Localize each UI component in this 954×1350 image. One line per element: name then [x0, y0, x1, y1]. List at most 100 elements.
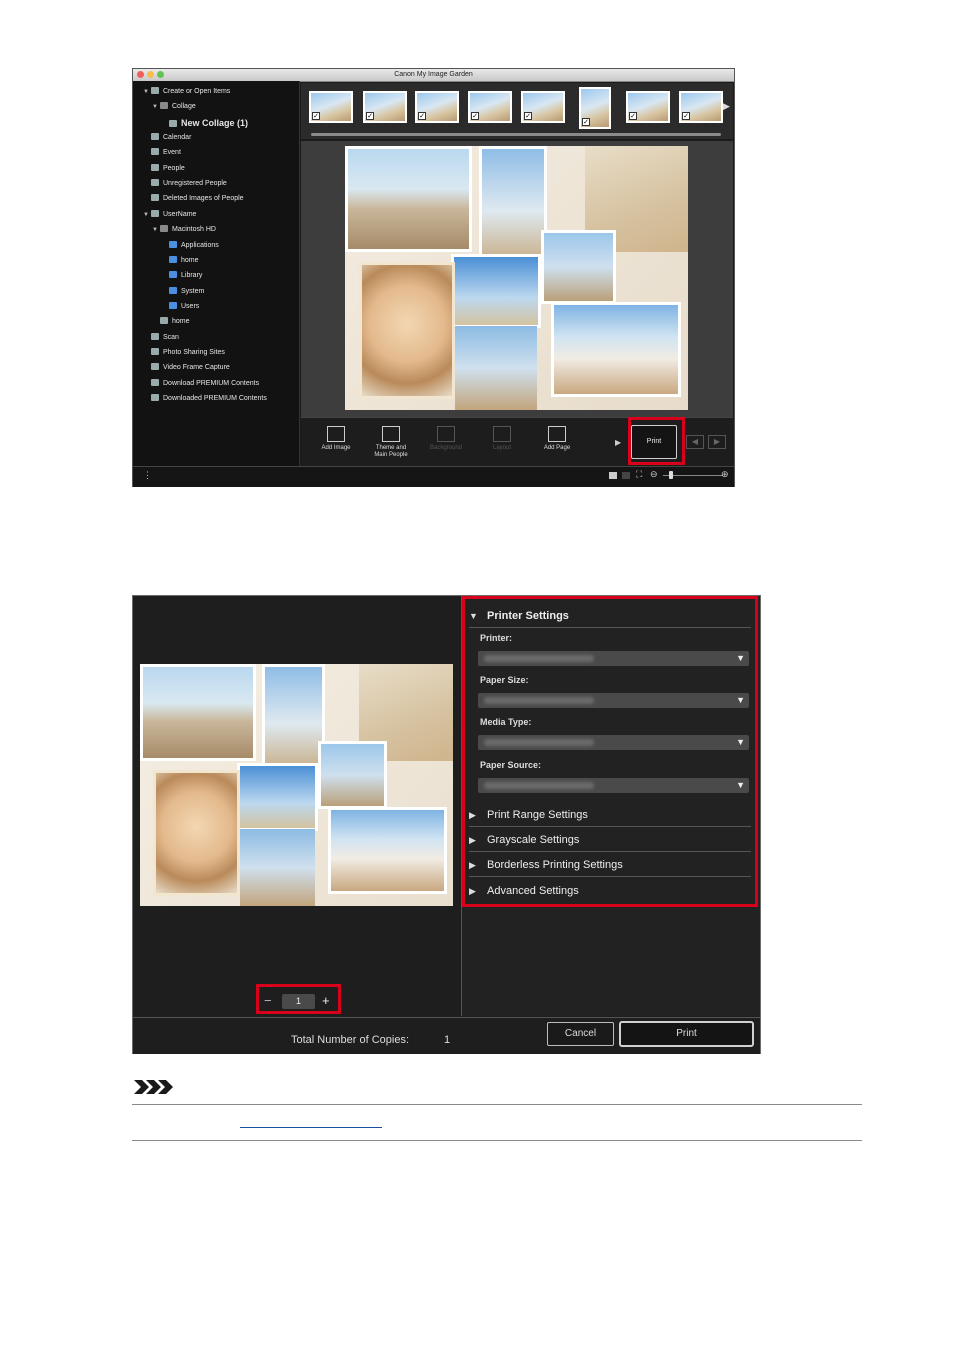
sidebar-item[interactable]: Download PREMIUM Contents	[143, 377, 259, 391]
sidebar-item[interactable]: Scan	[143, 331, 179, 345]
item-icon	[151, 179, 159, 187]
sidebar-item[interactable]: Event	[143, 146, 181, 160]
print-confirm-button[interactable]: Print	[619, 1021, 754, 1047]
sidebar-item-label: Collage	[172, 103, 196, 111]
background-button[interactable]: Background	[421, 426, 471, 452]
previous-page-icon[interactable]: ◀	[686, 435, 704, 449]
disclosure-open-icon[interactable]: ▼	[143, 208, 151, 222]
toolbar-more-icon[interactable]: ▶	[615, 438, 621, 447]
checkbox-icon[interactable]: ✓	[524, 112, 532, 120]
photo-family-beach[interactable]	[262, 664, 325, 773]
checkbox-icon[interactable]: ✓	[418, 112, 426, 120]
thumbnail[interactable]: ✓	[468, 91, 512, 123]
item-icon	[160, 225, 168, 233]
print-button-highlight	[628, 417, 685, 465]
photo-sea-lion[interactable]	[345, 146, 472, 252]
sidebar-item[interactable]: Library	[161, 269, 202, 283]
cancel-button[interactable]: Cancel	[547, 1022, 614, 1046]
next-page-icon[interactable]: ▶	[708, 435, 726, 449]
layout-button[interactable]: Layout	[477, 426, 527, 452]
disclosure-open-icon[interactable]: ▼	[152, 223, 160, 237]
layout-icon	[493, 426, 511, 442]
add-image-button[interactable]: Add Image	[311, 426, 361, 452]
info-icon[interactable]: ⋮	[143, 470, 152, 481]
sidebar-item[interactable]: Users	[161, 300, 199, 314]
item-icon	[151, 378, 159, 386]
layout-label: Layout	[492, 445, 511, 451]
zoom-slider-thumb[interactable]	[669, 471, 673, 479]
zoom-in-icon[interactable]: ⊕	[721, 469, 729, 480]
sidebar-item[interactable]: Deleted Images of People	[143, 192, 244, 206]
photo-city-skyline[interactable]	[451, 254, 541, 329]
sidebar-item-label: Scan	[163, 333, 179, 341]
photo-girl-portrait[interactable]	[358, 262, 455, 400]
thumbnail[interactable]: ✓	[309, 91, 353, 123]
add-image-icon	[327, 426, 345, 442]
sidebar-item[interactable]: Applications	[161, 239, 219, 253]
sidebar-item-label: home	[172, 318, 190, 326]
sidebar-item[interactable]: ▼ Macintosh HD	[152, 223, 216, 237]
thumbnail-scrollbar[interactable]	[311, 133, 721, 136]
thumbnail[interactable]: ✓	[679, 91, 723, 123]
thumbnail[interactable]: ✓	[521, 91, 565, 123]
collage-page[interactable]	[345, 146, 688, 410]
sidebar-item[interactable]: Photo Sharing Sites	[143, 346, 225, 360]
photo-children-playing[interactable]	[540, 230, 616, 305]
sidebar-item[interactable]: Unregistered People	[143, 177, 227, 191]
photo-girl-portrait[interactable]	[152, 770, 241, 897]
photo-father-child[interactable]	[240, 828, 316, 906]
zoom-out-icon[interactable]: ⊖	[650, 469, 658, 480]
sidebar-item-label: Deleted Images of People	[163, 195, 244, 203]
sidebar-item[interactable]: New Collage (1)	[161, 116, 248, 130]
total-copies-label: Total Number of Copies:	[291, 1034, 409, 1046]
add-page-icon	[548, 426, 566, 442]
sidebar-item-label: Downloaded PREMIUM Contents	[163, 395, 267, 402]
scroll-right-icon[interactable]: ▶	[723, 101, 730, 112]
disclosure-open-icon[interactable]: ▼	[152, 100, 160, 114]
disclosure-open-icon[interactable]: ▼	[143, 85, 151, 99]
checkbox-icon[interactable]: ✓	[582, 118, 590, 126]
thumbnail[interactable]: ✓	[579, 87, 611, 129]
checkbox-icon[interactable]: ✓	[471, 112, 479, 120]
window-title: Canon My Image Garden	[394, 71, 473, 78]
sidebar-item-label: Video Frame Capture	[163, 364, 230, 372]
photo-family-beach[interactable]	[478, 146, 548, 265]
thumbnail[interactable]: ✓	[363, 91, 407, 123]
sidebar-item[interactable]: Downloaded PREMIUM Contents	[143, 392, 267, 406]
sidebar-item-label: Macintosh HD	[172, 226, 216, 234]
photo-family-lying[interactable]	[550, 301, 682, 397]
main-window: Canon My Image Garden ▼ Create or Open It…	[132, 68, 735, 487]
sidebar-item[interactable]: Calendar	[143, 131, 191, 145]
sidebar: ▼ Create or Open Items ▼ Collage New Collage…	[133, 81, 300, 466]
sidebar-item[interactable]: Video Frame Capture	[143, 361, 230, 375]
photo-children-playing[interactable]	[318, 741, 388, 810]
thumbnail[interactable]: ✓	[415, 91, 459, 123]
item-icon	[151, 194, 159, 202]
sidebar-item[interactable]: home	[152, 315, 190, 329]
sidebar-item[interactable]: System	[161, 285, 204, 299]
view-mode-icon[interactable]	[609, 472, 617, 479]
photo-city-skyline[interactable]	[237, 763, 319, 831]
view-mode-alt-icon[interactable]	[622, 472, 630, 479]
item-icon	[151, 148, 159, 156]
photo-family-lying[interactable]	[327, 806, 447, 894]
checkbox-icon[interactable]: ✓	[312, 112, 320, 120]
checkbox-icon[interactable]: ✓	[682, 112, 690, 120]
sidebar-item-label: People	[163, 164, 185, 172]
checkbox-icon[interactable]: ✓	[366, 112, 374, 120]
photo-father-child[interactable]	[454, 325, 538, 410]
full-screen-icon[interactable]: ⛶	[636, 469, 642, 480]
thumbnail[interactable]: ✓	[626, 91, 670, 123]
sidebar-item[interactable]: People	[143, 162, 185, 176]
add-page-button[interactable]: Add Page	[532, 426, 582, 452]
sidebar-item[interactable]: ▼ Collage	[152, 100, 196, 114]
folder-icon	[169, 271, 177, 279]
theme-main-people-button[interactable]: Theme and Main People	[366, 426, 416, 459]
note-link[interactable]	[240, 1127, 382, 1128]
sidebar-item[interactable]: ▼ UserName	[143, 208, 196, 222]
sidebar-item[interactable]: home	[161, 254, 199, 268]
checkbox-icon[interactable]: ✓	[629, 112, 637, 120]
photo-sea-lion[interactable]	[140, 664, 256, 761]
sidebar-item[interactable]: ▼ Create or Open Items	[143, 85, 230, 99]
sidebar-item-label: New Collage (1)	[181, 117, 249, 128]
